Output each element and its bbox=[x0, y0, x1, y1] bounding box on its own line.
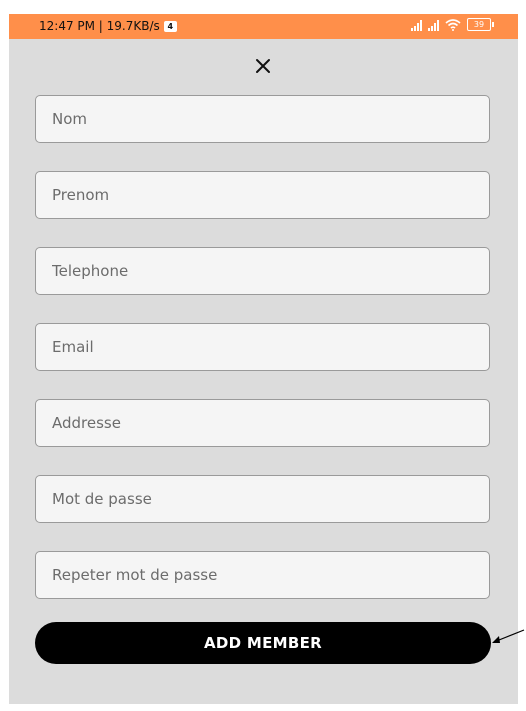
status-time-speed: 12:47 PM | 19.7KB/s bbox=[39, 19, 160, 33]
repeter-mot-de-passe-input[interactable] bbox=[35, 551, 490, 599]
notification-badge: 4 bbox=[163, 21, 177, 32]
close-icon[interactable] bbox=[254, 57, 272, 75]
status-left: 12:47 PM | 19.7KB/s 4 bbox=[39, 19, 177, 34]
wifi-icon bbox=[445, 19, 461, 31]
telephone-input[interactable] bbox=[35, 247, 490, 295]
addresse-input[interactable] bbox=[35, 399, 490, 447]
signal-icon bbox=[411, 19, 422, 31]
battery-level: 39 bbox=[467, 18, 491, 31]
email-input[interactable] bbox=[35, 323, 490, 371]
prenom-input[interactable] bbox=[35, 171, 490, 219]
mot-de-passe-input[interactable] bbox=[35, 475, 490, 523]
nom-input[interactable] bbox=[35, 95, 490, 143]
signal-icon bbox=[428, 19, 439, 31]
add-member-button[interactable]: ADD MEMBER bbox=[35, 622, 491, 664]
status-bar: 12:47 PM | 19.7KB/s 4 39 bbox=[9, 14, 518, 39]
phone-screen: 12:47 PM | 19.7KB/s 4 39 ADD MEMBER bbox=[9, 14, 518, 704]
status-right: 39 bbox=[411, 18, 494, 31]
battery-icon: 39 bbox=[467, 18, 494, 31]
